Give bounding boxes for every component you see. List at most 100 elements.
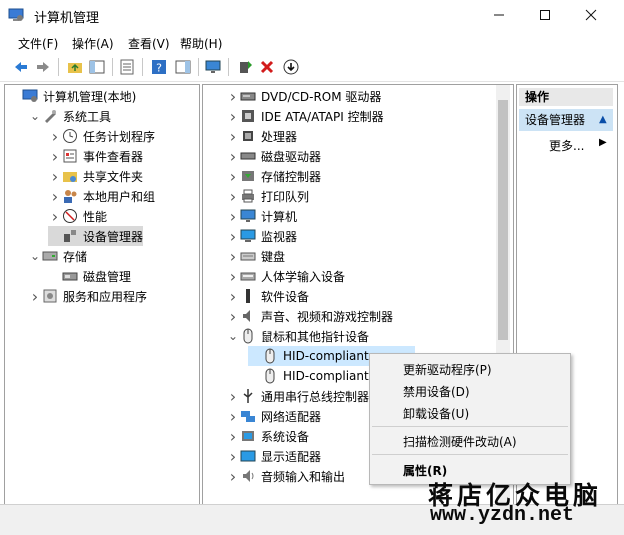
device-tree-item[interactable]: › 监视器 — [226, 226, 297, 246]
event-viewer-icon — [62, 148, 78, 164]
download-button[interactable] — [282, 58, 300, 76]
monitor-icon — [205, 60, 221, 73]
update-driver-button[interactable] — [236, 58, 254, 76]
chevron-right-icon[interactable]: › — [48, 147, 62, 166]
device-tree-item[interactable]: › 音频输入和输出 — [226, 466, 345, 486]
console-tree-item[interactable]: › 共享文件夹 — [48, 166, 143, 186]
watermark-url: www.yzdn.net — [430, 504, 575, 527]
device-tree-item[interactable]: › 打印队列 — [226, 186, 309, 206]
chevron-right-icon[interactable]: › — [226, 187, 240, 206]
actions-more[interactable]: 更多... — [549, 137, 584, 154]
chevron-right-icon[interactable]: › — [226, 467, 240, 486]
ctx-scan-hardware[interactable]: 扫描检测硬件改动(A) — [403, 433, 517, 450]
device-tree-item[interactable]: › 计算机 — [226, 206, 297, 226]
console-tree-item[interactable]: ⌄ 存储 — [28, 246, 87, 266]
device-tree-label: HID-compliant — [283, 349, 369, 363]
chevron-right-icon[interactable]: › — [48, 207, 62, 226]
chevron-right-icon[interactable]: › — [226, 407, 240, 426]
up-level-button[interactable] — [66, 58, 84, 76]
console-tree-label: 服务和应用程序 — [63, 289, 148, 304]
device-tree-item[interactable]: › 人体学输入设备 — [226, 266, 345, 286]
chevron-right-icon[interactable]: › — [28, 287, 42, 306]
device-tree-label: 键盘 — [261, 249, 286, 264]
device-tree-label: 鼠标和其他指针设备 — [261, 329, 370, 344]
chevron-right-icon[interactable]: › — [226, 147, 240, 166]
update-driver-icon — [240, 61, 252, 73]
chevron-right-icon[interactable]: › — [226, 107, 240, 126]
console-tree-item[interactable]: 设备管理器 — [48, 226, 144, 246]
show-hide-tree-button[interactable] — [88, 58, 106, 76]
device-tree-item[interactable]: › 处理器 — [226, 126, 297, 146]
help-icon: ? — [152, 60, 166, 75]
console-tree-item[interactable]: ⌄ 系统工具 — [28, 106, 111, 126]
device-tree-label: 存储控制器 — [261, 169, 322, 184]
chevron-down-icon[interactable]: ⌄ — [226, 329, 240, 343]
ctx-uninstall-device[interactable]: 卸载设备(U) — [403, 405, 469, 422]
action-pane-button[interactable] — [174, 58, 192, 76]
submenu-arrow-icon: ▶ — [599, 137, 607, 148]
console-tree-item[interactable]: › 事件查看器 — [48, 146, 143, 166]
actions-device-manager[interactable]: 设备管理器 ▲ — [519, 109, 613, 131]
device-tree-item[interactable]: › 显示适配器 — [226, 446, 321, 466]
chevron-down-icon[interactable]: ⌄ — [28, 249, 42, 263]
minimize-button[interactable] — [476, 0, 522, 30]
device-tree-item[interactable]: › 声音、视频和游戏控制器 — [226, 306, 393, 326]
print-queue-icon — [240, 188, 256, 204]
help-button[interactable]: ? — [150, 58, 168, 76]
chevron-right-icon[interactable]: › — [48, 127, 62, 146]
menu-action[interactable]: 操作(A) — [72, 35, 114, 52]
chevron-right-icon[interactable]: › — [226, 427, 240, 446]
maximize-button[interactable] — [522, 0, 568, 30]
device-tree-item[interactable]: ⌄ 鼠标和其他指针设备 — [226, 326, 369, 346]
chevron-right-icon[interactable]: › — [226, 87, 240, 106]
chevron-right-icon[interactable]: › — [48, 187, 62, 206]
chevron-right-icon[interactable]: › — [226, 247, 240, 266]
computer-button[interactable] — [204, 58, 222, 76]
close-button[interactable] — [568, 0, 614, 30]
chevron-right-icon[interactable]: › — [48, 167, 62, 186]
scrollbar-thumb[interactable] — [498, 100, 508, 340]
device-tree-label: HID-compliant — [283, 369, 369, 383]
device-tree-label: 通用串行总线控制器 — [261, 389, 370, 404]
toolbar-separator — [142, 58, 143, 76]
device-tree-item[interactable]: › IDE ATA/ATAPI 控制器 — [226, 106, 384, 126]
device-tree-item[interactable]: › 键盘 — [226, 246, 285, 266]
console-tree-item[interactable]: › 性能 — [48, 206, 107, 226]
console-tree-item[interactable]: › 服务和应用程序 — [28, 286, 147, 306]
console-tree-item[interactable]: 计算机管理(本地) — [8, 86, 136, 106]
console-tree-item[interactable]: 磁盘管理 — [48, 266, 131, 286]
device-tree-item[interactable]: › 网络适配器 — [226, 406, 321, 426]
chevron-right-icon[interactable]: › — [226, 207, 240, 226]
device-tree-item[interactable]: › 软件设备 — [226, 286, 309, 306]
forward-button[interactable] — [34, 58, 52, 76]
uninstall-button[interactable] — [258, 58, 276, 76]
device-tree-item[interactable]: › 系统设备 — [226, 426, 309, 446]
chevron-right-icon[interactable]: › — [226, 267, 240, 286]
export-list-button[interactable] — [118, 58, 136, 76]
device-tree-item[interactable]: › DVD/CD-ROM 驱动器 — [226, 86, 382, 106]
console-tree-item[interactable]: › 任务计划程序 — [48, 126, 155, 146]
ctx-update-driver[interactable]: 更新驱动程序(P) — [403, 361, 492, 378]
device-tree-item[interactable]: HID-compliant — [248, 366, 369, 386]
chevron-right-icon[interactable]: › — [226, 227, 240, 246]
chevron-right-icon[interactable]: › — [226, 167, 240, 186]
menu-view[interactable]: 查看(V) — [128, 35, 170, 52]
chevron-right-icon[interactable]: › — [226, 447, 240, 466]
console-tree-label: 性能 — [83, 209, 108, 224]
console-tree-item[interactable]: › 本地用户和组 — [48, 186, 155, 206]
chevron-down-icon[interactable]: ⌄ — [28, 109, 42, 123]
back-button[interactable] — [12, 58, 30, 76]
chevron-right-icon[interactable]: › — [226, 307, 240, 326]
close-icon — [585, 9, 597, 21]
device-tree-label: 磁盘驱动器 — [261, 149, 322, 164]
menu-help[interactable]: 帮助(H) — [180, 35, 222, 52]
device-tree-item[interactable]: › 磁盘驱动器 — [226, 146, 321, 166]
menu-file[interactable]: 文件(F) — [18, 35, 58, 52]
chevron-right-icon[interactable]: › — [226, 127, 240, 146]
device-tree-item[interactable]: › 存储控制器 — [226, 166, 321, 186]
device-tree-item[interactable]: › 通用串行总线控制器 — [226, 386, 369, 406]
chevron-right-icon[interactable]: › — [226, 287, 240, 306]
ctx-disable-device[interactable]: 禁用设备(D) — [403, 383, 470, 400]
chevron-right-icon[interactable]: › — [226, 387, 240, 406]
device-tree-label: 计算机 — [261, 209, 298, 224]
